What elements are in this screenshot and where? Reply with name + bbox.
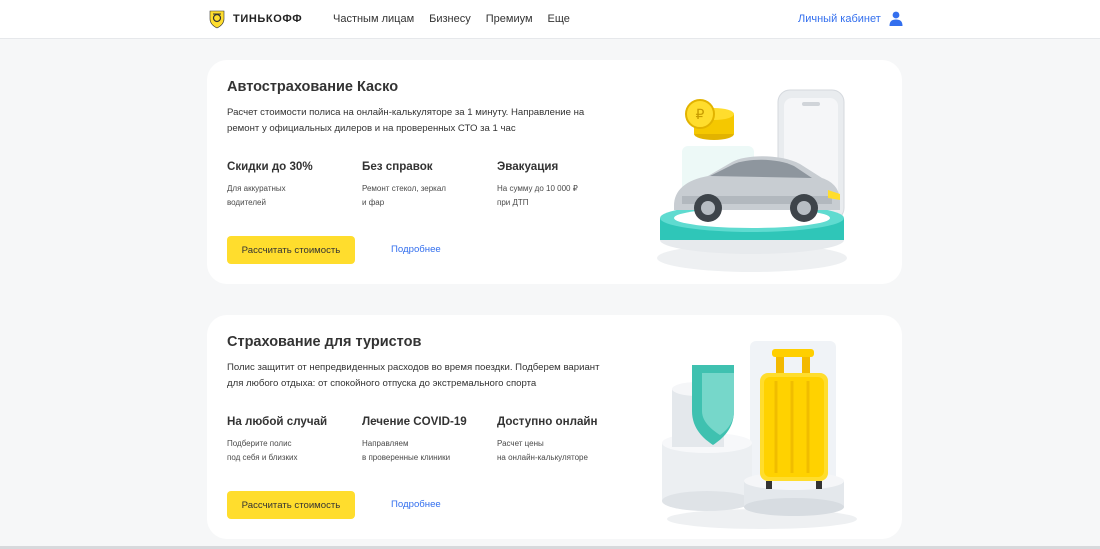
- nav-item-business[interactable]: Бизнесу: [429, 12, 471, 26]
- card-title: Страхование для туристов: [227, 334, 422, 350]
- user-icon[interactable]: [889, 11, 903, 26]
- feature-item: На любой случай Подберите полис под себя…: [227, 415, 352, 465]
- logo-text: ТИНЬКОФФ: [233, 13, 303, 25]
- personal-account-link[interactable]: Личный кабинет: [798, 12, 881, 26]
- feature-item: Доступно онлайн Расчет цены на онлайн-ка…: [497, 415, 622, 465]
- card-description: Полис защитит от непредвиденных расходов…: [227, 362, 600, 389]
- feature-title: Скидки до 30%: [227, 160, 313, 173]
- feature-item: Скидки до 30% Для аккуратных водителей: [227, 160, 352, 210]
- tinkoff-logo[interactable]: ТИНЬКОФФ: [207, 9, 302, 29]
- feature-title: Доступно онлайн: [497, 415, 598, 428]
- travel-insurance-card: Страхование для туристов Полис защитит о…: [207, 315, 902, 539]
- feature-item: Эвакуация На сумму до 10 000 ₽ при ДТП: [497, 160, 622, 210]
- more-details-link[interactable]: Подробнее: [391, 243, 441, 257]
- feature-text: Подберите полис под себя и близких: [227, 439, 298, 462]
- card-title: Автострахование Каско: [227, 79, 399, 95]
- calculate-cost-button[interactable]: Рассчитать стоимость: [227, 491, 355, 519]
- kasko-insurance-card: Автострахование Каско Расчет стоимости п…: [207, 60, 902, 284]
- calculate-cost-button[interactable]: Рассчитать стоимость: [227, 236, 355, 264]
- feature-item: Лечение COVID-19 Направляем в проверенны…: [362, 415, 487, 465]
- feature-text: Расчет цены на онлайн-калькуляторе: [497, 439, 588, 462]
- feature-text: Направляем в проверенные клиники: [362, 439, 451, 462]
- feature-title: Эвакуация: [497, 160, 559, 173]
- card-description: Расчет стоимости полиса на онлайн-кальку…: [227, 107, 585, 134]
- feature-item: Без справок Ремонт стекол, зеркал и фар: [362, 160, 487, 210]
- feature-text: Для аккуратных водителей: [227, 184, 286, 207]
- feature-title: Лечение COVID-19: [362, 415, 467, 428]
- more-details-link[interactable]: Подробнее: [391, 498, 441, 512]
- feature-text: Ремонт стекол, зеркал и фар: [362, 184, 446, 207]
- feature-title: Без справок: [362, 160, 433, 173]
- account-area: Личный кабинет: [798, 11, 903, 26]
- nav-item-more[interactable]: Еще: [548, 12, 570, 26]
- main-nav: Частным лицам Бизнесу Премиум Еще: [333, 12, 585, 26]
- car-on-podium-illustration: ₽: [657, 89, 847, 272]
- feature-text: На сумму до 10 000 ₽ при ДТП: [497, 184, 578, 207]
- svg-text:₽: ₽: [696, 106, 705, 122]
- suitcase-shield-illustration: [662, 341, 857, 529]
- top-header: ТИНЬКОФФ Частным лицам Бизнесу Премиум Е…: [0, 0, 1100, 39]
- nav-item-private[interactable]: Частным лицам: [333, 12, 414, 26]
- tinkoff-shield-icon: [209, 10, 225, 29]
- feature-title: На любой случай: [227, 415, 328, 428]
- nav-item-premium[interactable]: Премиум: [486, 12, 533, 26]
